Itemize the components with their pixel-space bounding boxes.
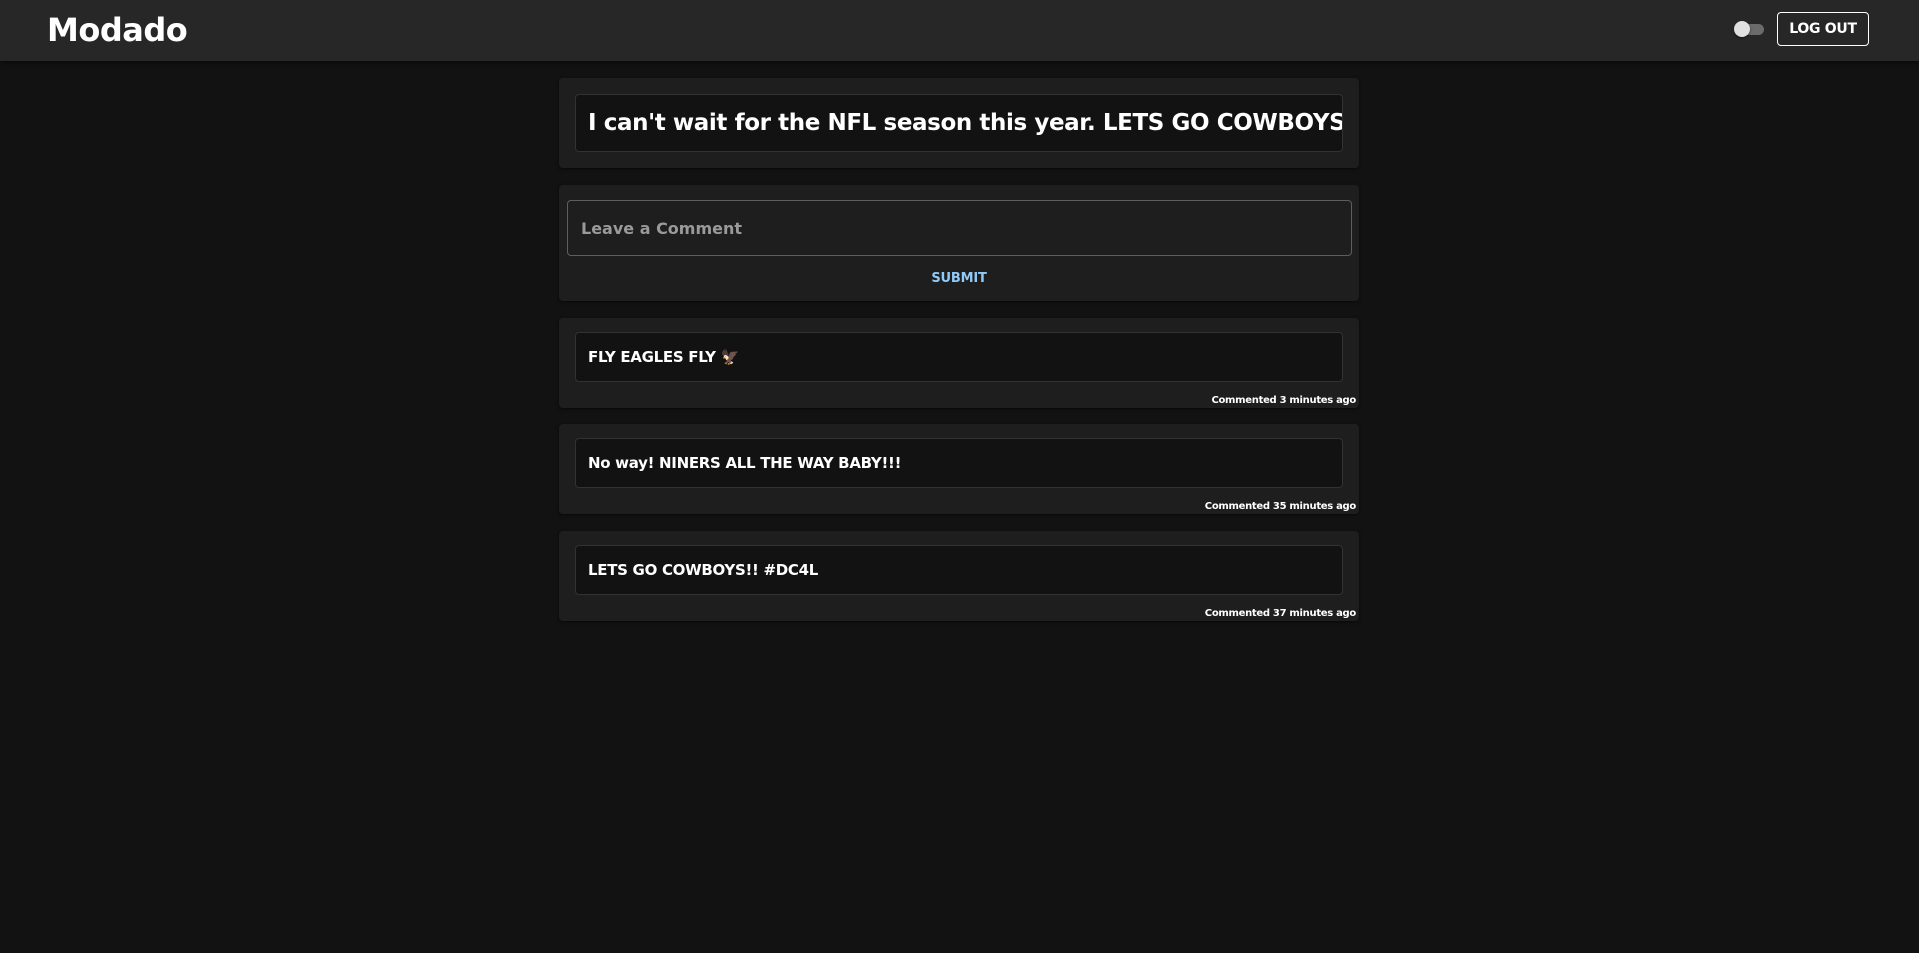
theme-toggle-switch[interactable] [1734, 21, 1764, 37]
app-bar: Modado LOG OUT [0, 0, 1919, 61]
comment-text: FLY EAGLES FLY 🦅 [575, 332, 1343, 382]
comment-text: LETS GO COWBOYS!! #DC4L [575, 545, 1343, 595]
post-text: I can't wait for the NFL season this yea… [575, 94, 1343, 152]
comment-timestamp: Commented 35 minutes ago [1204, 501, 1357, 512]
comment-form: SUBMIT [559, 185, 1359, 301]
comment-card: FLY EAGLES FLY 🦅 Commented 3 minutes ago [559, 318, 1359, 408]
toggle-thumb [1734, 21, 1750, 37]
submit-button[interactable]: SUBMIT [909, 264, 1009, 292]
comment-timestamp: Commented 3 minutes ago [1211, 395, 1356, 406]
comment-timestamp: Commented 37 minutes ago [1204, 608, 1357, 619]
post-card: I can't wait for the NFL season this yea… [559, 78, 1359, 168]
logout-button[interactable]: LOG OUT [1777, 12, 1869, 46]
comment-input[interactable] [567, 200, 1352, 256]
comment-card: LETS GO COWBOYS!! #DC4L Commented 37 min… [559, 531, 1359, 621]
brand-logo[interactable]: Modado [47, 8, 188, 52]
comment-text: No way! NINERS ALL THE WAY BABY!!! [575, 438, 1343, 488]
comment-card: No way! NINERS ALL THE WAY BABY!!! Comme… [559, 424, 1359, 514]
